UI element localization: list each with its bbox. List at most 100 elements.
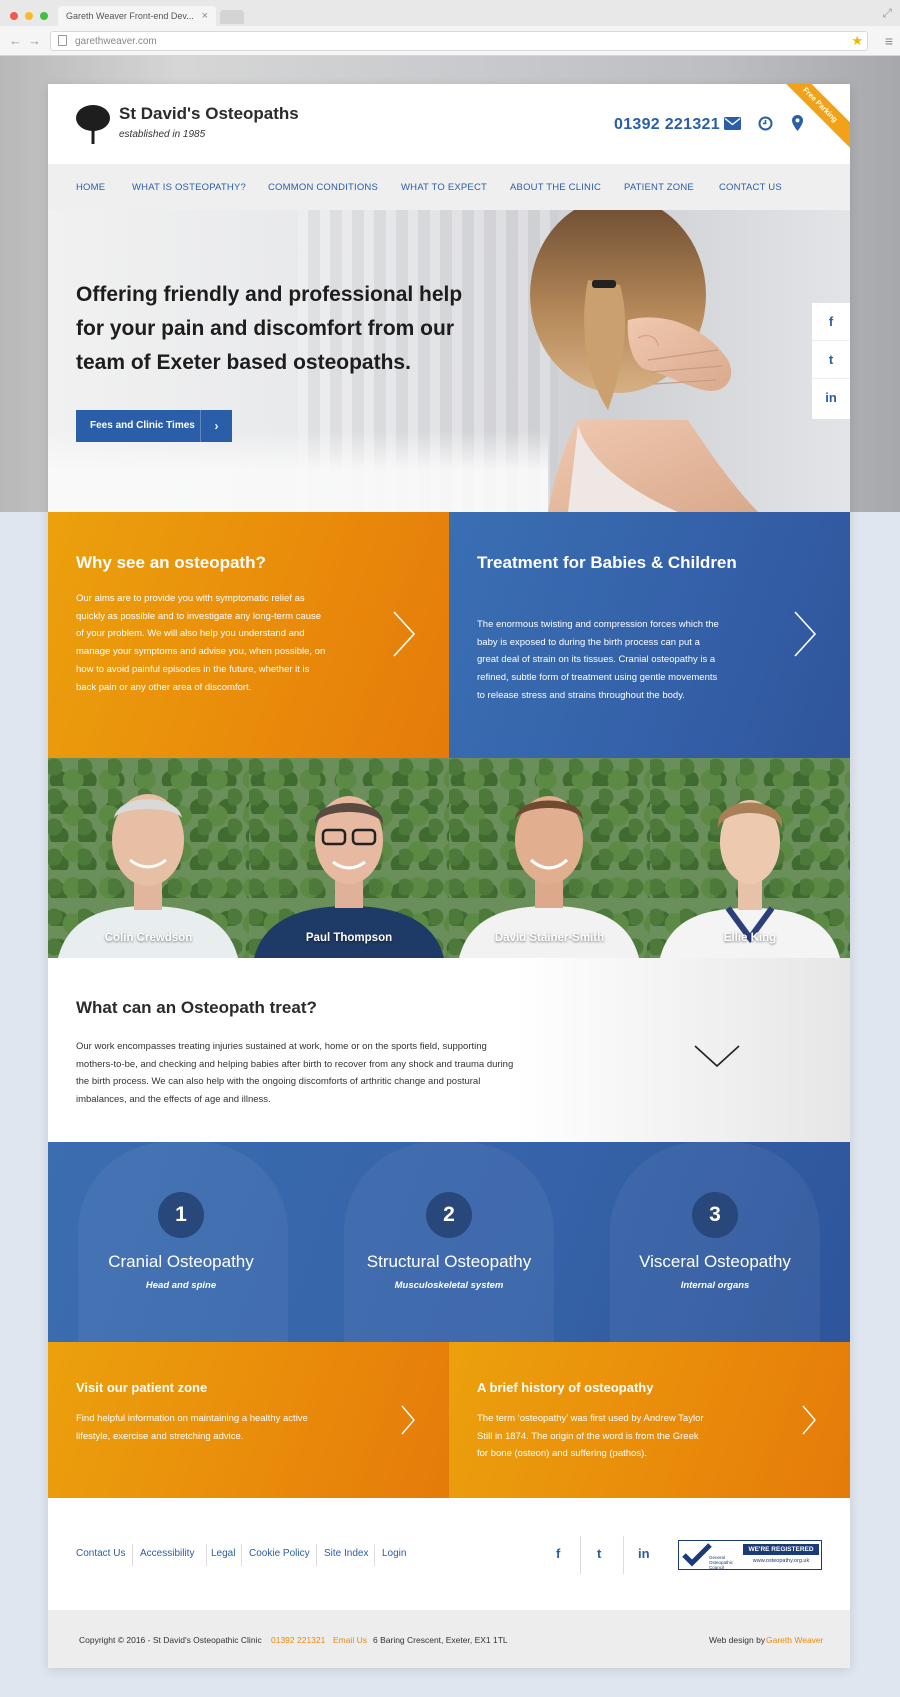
nav-what-is-osteopathy[interactable]: WHAT IS OSTEOPATHY? bbox=[132, 182, 246, 193]
badge-council-name: General Osteopathic Council bbox=[709, 1555, 734, 1570]
patient-zone-panel[interactable]: Visit our patient zone Find helpful info… bbox=[48, 1342, 449, 1498]
type-number-badge: 1 bbox=[158, 1192, 204, 1238]
portrait-photo bbox=[254, 796, 444, 958]
brand-name[interactable]: St David's Osteopaths bbox=[119, 104, 299, 124]
clock-icon[interactable] bbox=[758, 116, 773, 131]
footer-link-accessibility[interactable]: Accessibility bbox=[140, 1548, 194, 1559]
facebook-icon[interactable]: f bbox=[812, 303, 850, 341]
brand-tagline: established in 1985 bbox=[119, 129, 206, 140]
type-name: Structural Osteopathy bbox=[366, 1252, 532, 1271]
copyright-bar: Copyright © 2016 - St David's Osteopathi… bbox=[48, 1610, 850, 1668]
website: St David's Osteopaths established in 198… bbox=[48, 84, 850, 1668]
chevron-right-icon bbox=[794, 611, 817, 657]
checkmark-icon bbox=[682, 1543, 712, 1567]
portrait-photo bbox=[58, 794, 238, 958]
back-arrow-icon[interactable]: ← bbox=[9, 33, 22, 48]
map-pin-icon[interactable] bbox=[792, 115, 803, 131]
panel-title: Visit our patient zone bbox=[76, 1380, 208, 1395]
type-subtitle: Musculoskeletal system bbox=[394, 1280, 504, 1291]
footer-link-login[interactable]: Login bbox=[382, 1548, 406, 1559]
credit-link[interactable]: Gareth Weaver bbox=[766, 1635, 823, 1645]
facebook-icon[interactable]: f bbox=[556, 1546, 560, 1561]
osteopathy-types: 1 Cranial Osteopathy Head and spine 2 St… bbox=[48, 1142, 850, 1342]
divider bbox=[132, 1544, 133, 1566]
panel-title: Why see an osteopath? bbox=[76, 553, 266, 572]
close-window-icon[interactable] bbox=[10, 12, 18, 20]
panel-text: The enormous twisting and compression fo… bbox=[477, 619, 719, 701]
type-visceral[interactable]: 3 Visceral Osteopathy Internal organs bbox=[582, 1192, 848, 1291]
type-structural[interactable]: 2 Structural Osteopathy Musculoskeletal … bbox=[316, 1192, 582, 1291]
bookmark-star-icon[interactable]: ★ bbox=[851, 33, 863, 49]
copyright-phone[interactable]: 01392 221321 bbox=[271, 1635, 325, 1645]
history-panel[interactable]: A brief history of osteopathy The term ‘… bbox=[449, 1342, 850, 1498]
osteopathic-council-badge[interactable]: General Osteopathic Council WE'RE REGIST… bbox=[678, 1540, 822, 1570]
copyright-text: Copyright © 2016 - St David's Osteopathi… bbox=[79, 1635, 262, 1645]
address-bar-row: ← → garethweaver.com ★ ≡ bbox=[0, 26, 900, 56]
nav-common-conditions[interactable]: COMMON CONDITIONS bbox=[268, 182, 378, 193]
free-parking-ribbon: Free Parking bbox=[771, 84, 850, 154]
email-icon[interactable] bbox=[724, 117, 741, 130]
nav-what-to-expect[interactable]: WHAT TO EXPECT bbox=[401, 182, 487, 193]
panel-title: A brief history of osteopathy bbox=[477, 1380, 654, 1395]
browser-menu-icon[interactable]: ≡ bbox=[885, 33, 893, 49]
type-number-badge: 3 bbox=[692, 1192, 738, 1238]
site-header: St David's Osteopaths established in 198… bbox=[48, 84, 850, 164]
copyright-email-link[interactable]: Email Us bbox=[333, 1635, 367, 1645]
chevron-right-icon: › bbox=[200, 410, 232, 442]
twitter-icon[interactable]: t bbox=[597, 1546, 601, 1561]
member-name: Paul Thompson bbox=[305, 932, 393, 944]
nav-home[interactable]: HOME bbox=[76, 182, 105, 193]
linkedin-icon[interactable]: in bbox=[638, 1546, 650, 1561]
babies-children-panel[interactable]: Treatment for Babies & Children The enor… bbox=[449, 512, 850, 758]
panel-text: Find helpful information on maintaining … bbox=[76, 1413, 308, 1442]
footer-link-legal[interactable]: Legal bbox=[211, 1548, 235, 1559]
team-member-card[interactable]: Ellie King bbox=[650, 758, 850, 958]
nav-patient-zone[interactable]: PATIENT ZONE bbox=[624, 182, 694, 193]
hero-title: Offering friendly and professional help … bbox=[76, 283, 463, 374]
why-osteopath-panel[interactable]: Why see an osteopath? Our aims are to pr… bbox=[48, 512, 449, 758]
minimize-window-icon[interactable] bbox=[25, 12, 33, 20]
type-name: Cranial Osteopathy bbox=[108, 1252, 254, 1271]
chevron-right-icon bbox=[401, 1405, 415, 1435]
team-member-card[interactable]: David Stainer-Smith bbox=[449, 758, 650, 958]
footer-link-site-index[interactable]: Site Index bbox=[324, 1548, 368, 1559]
type-name: Visceral Osteopathy bbox=[639, 1252, 791, 1271]
chevron-right-icon bbox=[393, 611, 416, 657]
tab-title: Gareth Weaver Front-end Dev... bbox=[66, 11, 194, 21]
twitter-icon[interactable]: t bbox=[812, 341, 850, 379]
forward-arrow-icon[interactable]: → bbox=[28, 33, 41, 48]
hero-woman-photo bbox=[530, 210, 758, 512]
fullscreen-icon[interactable]: ⤢ bbox=[882, 6, 892, 21]
member-name: Ellie King bbox=[723, 932, 777, 944]
team-member-card[interactable]: Colin Crewdson bbox=[48, 758, 249, 958]
team-member-card[interactable]: Paul Thompson bbox=[249, 758, 449, 958]
linkedin-icon[interactable]: in bbox=[812, 379, 850, 417]
portrait-photo bbox=[459, 796, 639, 958]
footer-link-contact[interactable]: Contact Us bbox=[76, 1548, 125, 1559]
browser-tab[interactable]: Gareth Weaver Front-end Dev... × bbox=[58, 6, 216, 26]
credit-prefix: Web design by bbox=[709, 1635, 766, 1645]
type-cranial[interactable]: 1 Cranial Osteopathy Head and spine bbox=[48, 1192, 314, 1291]
nav-contact-us[interactable]: CONTACT US bbox=[719, 182, 782, 193]
chevron-down-icon[interactable] bbox=[693, 1044, 741, 1068]
maximize-window-icon[interactable] bbox=[40, 12, 48, 20]
tab-close-icon[interactable]: × bbox=[202, 10, 208, 22]
fees-clinic-times-button[interactable]: Fees and Clinic Times › bbox=[76, 410, 232, 442]
nav-about-clinic[interactable]: ABOUT THE CLINIC bbox=[510, 182, 601, 193]
tree-logo-icon[interactable] bbox=[74, 104, 112, 144]
type-number-badge: 2 bbox=[426, 1192, 472, 1238]
panel-text: The term ‘osteopathy’ was first used by … bbox=[477, 1413, 704, 1459]
section-title: What can an Osteopath treat? bbox=[76, 998, 317, 1017]
divider bbox=[241, 1544, 242, 1566]
badge-title: WE'RE REGISTERED bbox=[743, 1544, 819, 1555]
url-input[interactable]: garethweaver.com ★ bbox=[50, 31, 868, 51]
badge-url: www.osteopathy.org.uk bbox=[752, 1558, 810, 1564]
header-phone[interactable]: 01392 221321 bbox=[614, 116, 720, 134]
divider bbox=[580, 1536, 581, 1574]
new-tab-button[interactable] bbox=[220, 10, 244, 24]
hero-banner: Offering friendly and professional help … bbox=[48, 210, 850, 512]
member-name: Colin Crewdson bbox=[104, 932, 193, 944]
main-nav: HOME WHAT IS OSTEOPATHY? COMMON CONDITIO… bbox=[48, 164, 850, 210]
divider bbox=[316, 1544, 317, 1566]
footer-link-cookie-policy[interactable]: Cookie Policy bbox=[249, 1548, 310, 1559]
